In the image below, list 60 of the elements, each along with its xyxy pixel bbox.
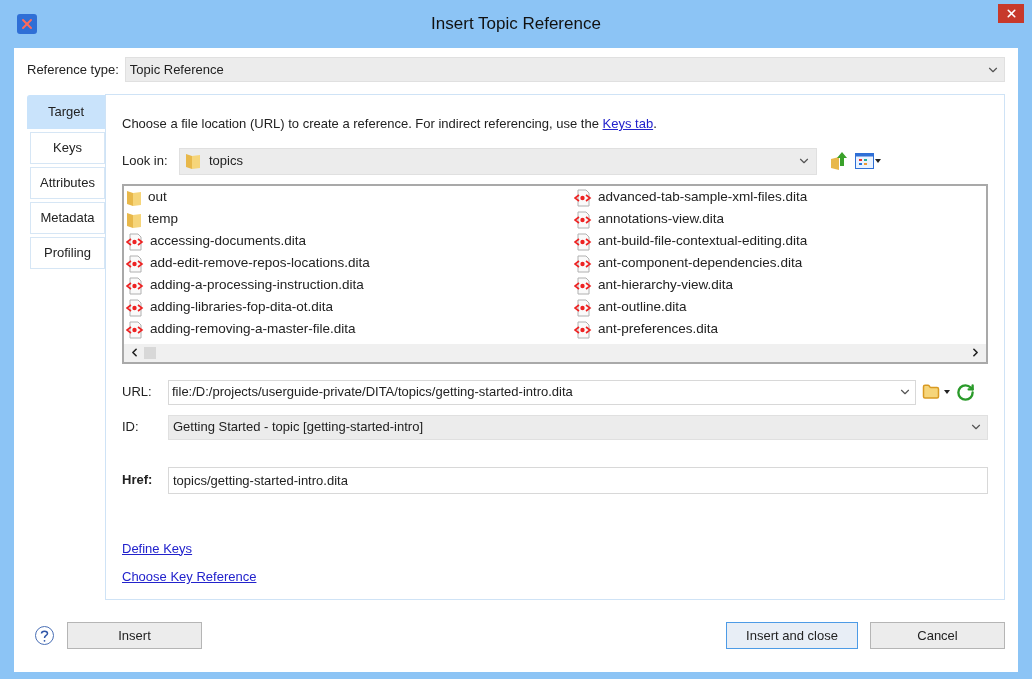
xml-file-icon [574, 276, 592, 295]
dialog-button[interactable]: Insert [67, 622, 202, 649]
folder-icon [126, 188, 142, 207]
file-name[interactable]: accessing-documents.dita [150, 231, 307, 252]
file-name[interactable]: adding-removing-a-master-file.dita [150, 319, 356, 340]
field-label: Reference type: [27, 60, 119, 79]
xml-file-icon [126, 232, 144, 251]
scroll-thumb[interactable] [144, 346, 156, 359]
folder-icon [126, 210, 142, 229]
side-tab[interactable]: Metadata [30, 202, 105, 234]
xml-file-icon [574, 298, 592, 317]
field-label: URL: [122, 383, 153, 402]
horizontal-scrollbar[interactable] [124, 343, 986, 362]
xml-file-icon [126, 254, 144, 273]
close-icon [1004, 7, 1018, 20]
file-name[interactable]: temp [148, 209, 178, 230]
file-name[interactable]: annotations-view.dita [598, 209, 725, 230]
id-dropdown[interactable]: Getting Started - topic [getting-started-intro] [168, 414, 988, 440]
window-title: Insert Topic Reference [430, 13, 602, 36]
url-combo-field[interactable]: file:/D:/projects/userguide-private/DITA/topics/getting-started-intro.dita [168, 379, 916, 405]
file-name[interactable]: ant-outline.dita [598, 297, 687, 318]
folder-up-icon[interactable] [830, 151, 848, 171]
field-label: ID: [122, 418, 140, 437]
instruction-text: Choose a file location (URL) to create a reference. For indirect referencing, use the Keys tab. [122, 115, 658, 133]
file-name[interactable]: ant-build-file-contextual-editing.dita [598, 231, 808, 252]
file-name[interactable]: out [148, 187, 167, 208]
field-label: Href: [122, 471, 154, 490]
side-tab[interactable]: Profiling [30, 237, 105, 269]
field-label: Look in: [122, 152, 169, 171]
text-link[interactable]: Choose Key Reference [122, 567, 257, 587]
folder-icon [185, 152, 201, 170]
file-name[interactable]: ant-component-dependencies.dita [598, 253, 803, 274]
xml-file-icon [574, 254, 592, 273]
xml-file-icon [574, 188, 592, 207]
dialog-button[interactable]: Cancel [870, 622, 1005, 649]
file-name[interactable]: ant-preferences.dita [598, 319, 719, 340]
file-name[interactable]: advanced-tab-sample-xml-files.dita [598, 187, 808, 208]
xml-file-icon [126, 320, 144, 339]
xml-file-icon [126, 276, 144, 295]
xml-file-icon [574, 210, 592, 229]
file-name[interactable]: ant-hierarchy-view.dita [598, 275, 734, 296]
close-button[interactable] [998, 4, 1024, 23]
file-name[interactable]: adding-libraries-fop-dita-ot.dita [150, 297, 334, 318]
text-link[interactable]: Define Keys [122, 538, 193, 558]
file-name[interactable]: add-edit-remove-repos-locations.dita [150, 253, 370, 274]
side-tab[interactable]: Keys [30, 132, 105, 164]
xml-file-icon [126, 298, 144, 317]
side-tab[interactable]: Target [27, 95, 105, 129]
dialog-button[interactable]: Insert and close [726, 622, 858, 649]
href-field[interactable]: topics/getting-started-intro.dita [168, 466, 988, 494]
reference-type-dropdown[interactable]: Topic Reference [124, 57, 1005, 82]
file-name[interactable]: adding-a-processing-instruction.dita [150, 275, 364, 296]
side-tab[interactable]: Attributes [30, 167, 105, 199]
xml-file-icon [574, 320, 592, 339]
browse-folder-icon[interactable] [922, 383, 950, 401]
app-logo-icon [17, 14, 37, 34]
xml-file-icon [574, 232, 592, 251]
refresh-icon[interactable] [956, 382, 975, 402]
look-in-dropdown[interactable]: topics [179, 147, 817, 175]
view-menu-icon[interactable] [855, 153, 881, 169]
